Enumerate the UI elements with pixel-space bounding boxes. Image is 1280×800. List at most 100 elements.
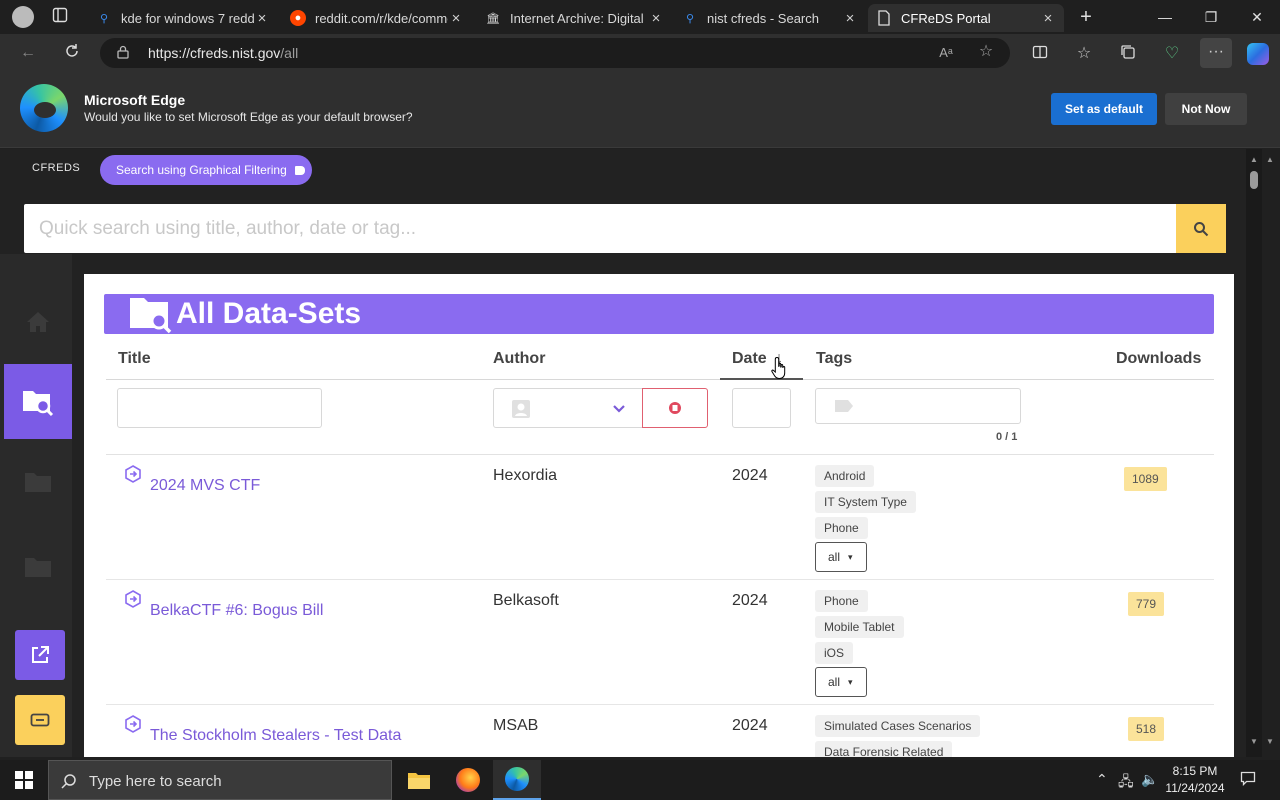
tag-chip[interactable]: Mobile Tablet — [815, 616, 904, 638]
author-filter-select[interactable] — [493, 388, 643, 428]
start-button[interactable] — [0, 760, 48, 800]
download-count-badge: 779 — [1128, 592, 1165, 616]
search-button[interactable] — [1176, 204, 1226, 253]
taskbar-search-box[interactable]: Type here to search — [48, 760, 392, 800]
folder-search-icon — [23, 390, 54, 416]
url-bar[interactable]: https://cfreds.nist.gov/all Aᵃ ☆ — [100, 38, 1010, 68]
firefox-taskbar-button[interactable] — [444, 760, 492, 800]
show-all-tags-dropdown[interactable]: all — [815, 542, 867, 572]
column-header-tags[interactable]: Tags — [816, 350, 852, 368]
notifications-icon[interactable] — [1240, 770, 1256, 789]
dataset-arrow-icon — [125, 465, 141, 483]
tag-chip[interactable]: IT System Type — [815, 491, 916, 513]
tray-overflow-icon[interactable]: ⌃ — [1096, 771, 1108, 788]
column-header-downloads[interactable]: Downloads — [1116, 350, 1201, 368]
profile-avatar-icon[interactable] — [12, 6, 34, 28]
all-datasets-banner: All Data-Sets — [104, 294, 1214, 334]
show-all-tags-dropdown[interactable]: all — [815, 667, 867, 697]
sidebar-item-upload[interactable] — [4, 444, 72, 519]
windows-logo-icon — [15, 771, 33, 789]
date-filter-input[interactable] — [732, 388, 791, 428]
person-icon — [512, 400, 530, 418]
date-sort-underline — [720, 378, 803, 380]
collections-icon[interactable] — [1118, 44, 1138, 64]
tag-chip[interactable]: Phone — [815, 590, 868, 612]
network-icon[interactable]: 🖧 — [1118, 771, 1134, 795]
lock-icon[interactable] — [116, 45, 130, 59]
close-tab-icon[interactable]: × — [842, 10, 858, 27]
tab-cfreds-portal[interactable]: CFReDS Portal × — [868, 4, 1064, 32]
folder-icon — [408, 773, 430, 789]
sidebar-item-edit[interactable] — [4, 529, 72, 604]
close-tab-icon[interactable]: × — [254, 10, 270, 27]
address-toolbar: ← https://cfreds.nist.gov/all Aᵃ ☆ ☆ ♡ ·… — [0, 34, 1280, 72]
external-link-icon — [32, 646, 49, 663]
tab-title: CFReDS Portal — [901, 10, 991, 26]
infobar-title: Microsoft Edge — [84, 92, 186, 108]
scrollbar-thumb[interactable] — [1250, 171, 1258, 189]
tag-filter-counter: 0 / 1 — [996, 431, 1018, 443]
site-brand[interactable]: CFREDS — [32, 162, 80, 174]
trash-icon — [669, 402, 681, 414]
read-aloud-icon[interactable]: Aᵃ — [936, 43, 956, 63]
clear-author-filter-button[interactable] — [642, 388, 708, 428]
tag-chip[interactable]: Phone — [815, 517, 868, 539]
restore-button[interactable]: ❐ — [1196, 5, 1226, 29]
column-header-author[interactable]: Author — [493, 350, 545, 368]
column-header-title[interactable]: Title — [118, 350, 151, 368]
page-scrollbar[interactable]: ▲ ▼ — [1246, 149, 1262, 757]
close-window-button[interactable]: ✕ — [1242, 5, 1272, 29]
file-explorer-taskbar-button[interactable] — [395, 760, 443, 800]
close-tab-icon[interactable]: × — [1040, 10, 1056, 27]
tab-internet-archive[interactable]: 🏛 Internet Archive: Digital L × — [477, 4, 672, 32]
scroll-up-arrow-icon[interactable]: ▲ — [1266, 155, 1274, 164]
url-text[interactable]: https://cfreds.nist.gov/all — [148, 45, 298, 61]
favorites-icon[interactable]: ☆ — [1074, 44, 1094, 64]
graphical-filter-button[interactable]: Search using Graphical Filtering — [100, 155, 312, 185]
tag-chip[interactable]: Data Forensic Related — [815, 741, 953, 757]
set-as-default-button[interactable]: Set as default — [1051, 93, 1157, 125]
home-icon — [27, 311, 49, 332]
tag-chip[interactable]: Simulated Cases Scenarios — [815, 715, 981, 737]
link-button[interactable] — [15, 695, 65, 745]
scroll-down-arrow-icon[interactable]: ▼ — [1266, 737, 1274, 746]
edge-taskbar-button[interactable] — [493, 760, 541, 800]
scroll-up-arrow-icon[interactable]: ▲ — [1249, 155, 1259, 165]
tag-chip[interactable]: Android — [815, 465, 875, 487]
dataset-title-link[interactable]: The Stockholm Stealers - Test Data — [150, 727, 401, 745]
favorite-star-icon[interactable]: ☆ — [976, 42, 996, 62]
folder-search-icon — [130, 298, 172, 334]
edge-logo-icon — [20, 84, 68, 132]
dataset-title-link[interactable]: BelkaCTF #6: Bogus Bill — [150, 602, 323, 620]
taskbar-clock[interactable]: 8:15 PM 11/24/2024 — [1160, 763, 1230, 797]
external-link-button[interactable] — [15, 630, 65, 680]
tab-actions-icon[interactable] — [50, 7, 70, 27]
extensions-icon[interactable]: ♡ — [1162, 44, 1182, 64]
scroll-down-arrow-icon[interactable]: ▼ — [1249, 737, 1259, 747]
dataset-title-link[interactable]: 2024 MVS CTF — [150, 477, 260, 495]
url-host: https://cfreds.nist.gov — [148, 45, 281, 61]
folder-add-icon — [25, 472, 51, 492]
not-now-button[interactable]: Not Now — [1165, 93, 1247, 125]
quick-search-input[interactable] — [24, 204, 1176, 253]
close-tab-icon[interactable]: × — [648, 10, 664, 27]
tab-nist-search[interactable]: ⚲ nist cfreds - Search × — [674, 4, 866, 32]
sidebar-item-home[interactable] — [4, 284, 72, 359]
more-menu-icon[interactable]: ··· — [1200, 38, 1232, 68]
volume-icon[interactable]: 🔈 — [1141, 771, 1158, 788]
back-icon[interactable]: ← — [18, 43, 38, 63]
search-icon: ⚲ — [685, 12, 695, 25]
tab-kde-reddit-search[interactable]: ⚲ kde for windows 7 reddit × — [88, 4, 278, 32]
tab-reddit[interactable]: ● reddit.com/r/kde/comme × — [282, 4, 472, 32]
title-filter-input[interactable] — [117, 388, 322, 428]
new-tab-button[interactable]: + — [1071, 5, 1101, 29]
tag-chip[interactable]: iOS — [815, 642, 854, 664]
refresh-icon[interactable] — [62, 43, 82, 63]
tags-filter-input[interactable] — [815, 388, 1021, 424]
reddit-icon: ● — [290, 10, 306, 26]
split-screen-icon[interactable] — [1030, 44, 1050, 64]
sidebar-item-browse-datasets[interactable] — [4, 364, 72, 439]
minimize-button[interactable]: — — [1150, 5, 1180, 29]
copilot-icon[interactable] — [1247, 43, 1269, 65]
close-tab-icon[interactable]: × — [448, 10, 464, 27]
